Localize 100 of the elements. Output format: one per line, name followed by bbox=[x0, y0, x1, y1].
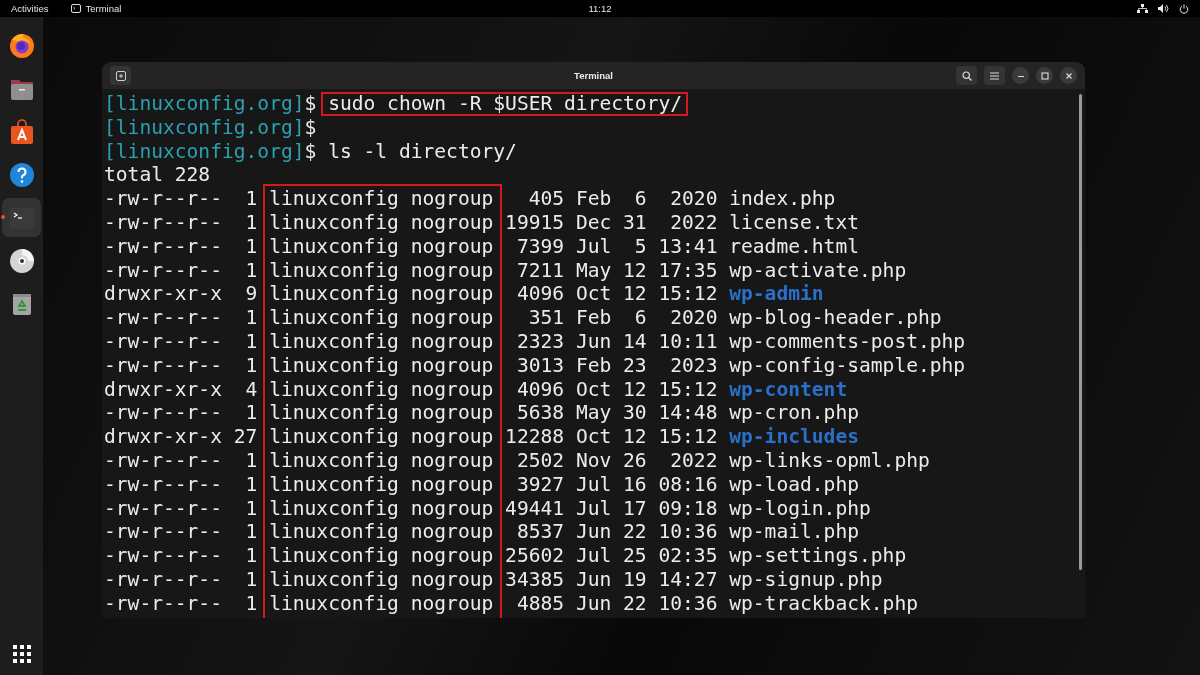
file-time: 2023 bbox=[670, 353, 718, 377]
file-group: nogroup bbox=[410, 591, 494, 615]
command-text: ls -l directory/ bbox=[328, 139, 517, 163]
link-count: 1 bbox=[245, 520, 258, 544]
app-menu[interactable]: Terminal bbox=[71, 3, 122, 14]
link-count: 1 bbox=[245, 329, 258, 353]
file-group: nogroup bbox=[410, 187, 494, 211]
file-permissions: -rw-r--r-- bbox=[104, 258, 222, 282]
file-month: Jul bbox=[575, 234, 612, 258]
link-count: 1 bbox=[245, 544, 258, 568]
link-count: 1 bbox=[245, 567, 258, 591]
file-name: wp-trackback.php bbox=[729, 591, 918, 615]
activities-button[interactable]: Activities bbox=[11, 3, 49, 14]
volume-icon[interactable] bbox=[1158, 4, 1169, 13]
file-group: nogroup bbox=[410, 377, 494, 401]
file-group: nogroup bbox=[410, 448, 494, 472]
file-group: nogroup bbox=[410, 211, 494, 234]
file-time: 14:48 bbox=[658, 401, 718, 425]
file-permissions: -rw-r--r-- bbox=[104, 234, 222, 258]
search-button[interactable] bbox=[956, 66, 977, 85]
file-month: Jun bbox=[575, 591, 612, 615]
close-button[interactable] bbox=[1060, 67, 1077, 84]
terminal-icon bbox=[71, 4, 82, 13]
file-size: 5638 bbox=[516, 401, 565, 425]
file-time: 15:12 bbox=[658, 425, 718, 449]
link-count: 1 bbox=[245, 258, 258, 282]
file-month: Feb bbox=[575, 353, 612, 377]
file-permissions: -rw-r--r-- bbox=[104, 353, 222, 377]
file-permissions: -rw-r--r-- bbox=[104, 329, 222, 353]
file-name: wp-comments-post.php bbox=[729, 329, 966, 353]
file-group: nogroup bbox=[410, 520, 494, 544]
file-permissions: -rw-r--r-- bbox=[104, 567, 222, 591]
clock[interactable]: 11:12 bbox=[588, 3, 612, 14]
network-icon[interactable] bbox=[1137, 4, 1148, 13]
link-count: 1 bbox=[245, 448, 258, 472]
file-day: 12 bbox=[623, 425, 647, 449]
file-month: Nov bbox=[575, 448, 612, 472]
file-name: index.php bbox=[729, 187, 836, 211]
file-name: license.txt bbox=[729, 211, 859, 234]
link-count: 9 bbox=[245, 282, 258, 306]
file-month: Feb bbox=[575, 306, 612, 330]
file-permissions: -rw-r--r-- bbox=[104, 448, 222, 472]
maximize-button[interactable] bbox=[1036, 67, 1053, 84]
link-count: 1 bbox=[245, 234, 258, 258]
file-group: nogroup bbox=[410, 306, 494, 330]
running-indicator bbox=[1, 215, 5, 219]
file-day: 23 bbox=[623, 353, 647, 377]
file-size: 4885 bbox=[516, 591, 565, 615]
file-owner: linuxconfig bbox=[269, 282, 399, 306]
file-group: nogroup bbox=[410, 567, 494, 591]
file-size: 19915 bbox=[505, 211, 565, 234]
file-day: 30 bbox=[623, 401, 647, 425]
file-month: Jun bbox=[575, 329, 612, 353]
file-permissions: drwxr-xr-x bbox=[104, 425, 222, 449]
file-time: 09:18 bbox=[658, 496, 718, 520]
link-count: 27 bbox=[233, 425, 258, 449]
file-size: 49441 bbox=[505, 496, 565, 520]
file-name: wp-login.php bbox=[729, 496, 871, 520]
new-tab-button[interactable] bbox=[110, 66, 131, 85]
link-count: 1 bbox=[245, 211, 258, 234]
app-grid-icon[interactable] bbox=[12, 645, 31, 663]
file-owner: linuxconfig bbox=[269, 472, 399, 496]
file-day: 19 bbox=[623, 567, 647, 591]
power-icon[interactable] bbox=[1179, 3, 1189, 14]
file-name: wp-activate.php bbox=[729, 258, 907, 282]
file-month: Jul bbox=[575, 472, 612, 496]
output-text: total 228 bbox=[104, 163, 211, 187]
disc-icon bbox=[7, 246, 36, 275]
file-month: May bbox=[575, 258, 612, 282]
help-icon bbox=[7, 160, 36, 189]
menu-button[interactable] bbox=[984, 66, 1005, 85]
file-size: 7399 bbox=[516, 234, 565, 258]
prompt-symbol: $ bbox=[304, 92, 317, 115]
link-count: 1 bbox=[245, 353, 258, 377]
file-month: Oct bbox=[575, 425, 612, 449]
file-size: 34385 bbox=[505, 567, 565, 591]
file-day: 6 bbox=[634, 187, 647, 211]
file-owner: linuxconfig bbox=[269, 520, 399, 544]
file-owner: linuxconfig bbox=[269, 448, 399, 472]
file-size: 4096 bbox=[516, 377, 565, 401]
file-name: readme.html bbox=[729, 234, 859, 258]
file-group: nogroup bbox=[410, 282, 494, 306]
minimize-button[interactable] bbox=[1012, 67, 1029, 84]
file-time: 08:16 bbox=[658, 472, 718, 496]
file-day: 6 bbox=[634, 306, 647, 330]
new-tab-icon bbox=[115, 70, 126, 81]
file-permissions: drwxr-xr-x bbox=[104, 377, 222, 401]
file-size: 12288 bbox=[505, 425, 565, 449]
file-name: wp-mail.php bbox=[729, 520, 859, 544]
link-count: 1 bbox=[245, 401, 258, 425]
file-owner: linuxconfig bbox=[269, 353, 399, 377]
directory-name: wp-includes bbox=[729, 425, 859, 449]
prompt-host: [linuxconfig.org] bbox=[104, 92, 305, 115]
file-day: 22 bbox=[623, 520, 647, 544]
directory-name: wp-admin bbox=[729, 282, 824, 306]
close-icon bbox=[1064, 71, 1073, 80]
file-name: wp-load.php bbox=[729, 472, 859, 496]
file-time: 2022 bbox=[670, 448, 718, 472]
scrollbar[interactable] bbox=[1079, 94, 1082, 570]
file-size: 351 bbox=[528, 306, 565, 330]
